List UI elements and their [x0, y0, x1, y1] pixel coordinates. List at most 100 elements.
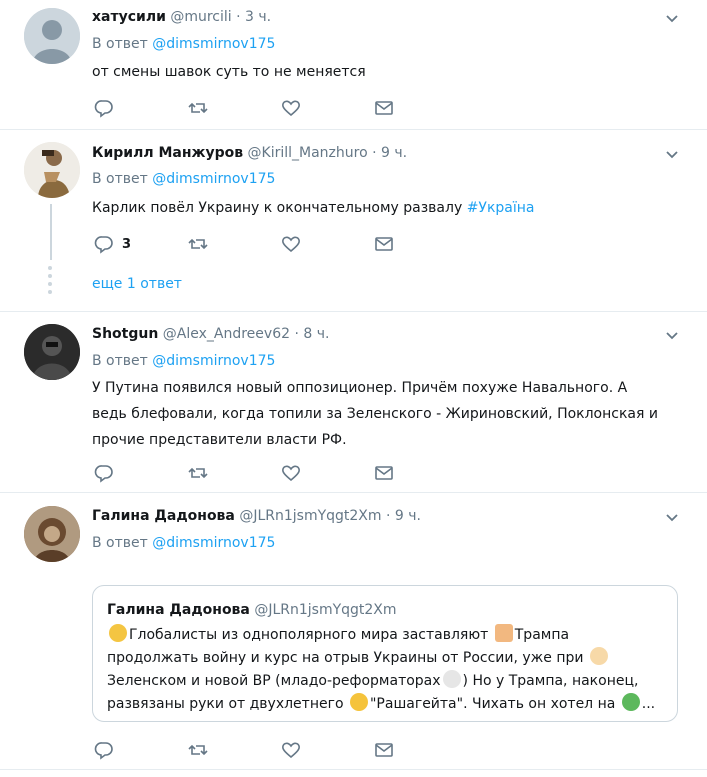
tweet-text-line: У Путина появился новый оппозиционер. Пр…: [92, 380, 628, 396]
display-name[interactable]: хатусили: [92, 9, 166, 25]
user-photo-icon: [24, 324, 80, 380]
display-name[interactable]: Shotgun: [92, 326, 158, 342]
envelope-icon: [375, 101, 393, 115]
dm-button[interactable]: [374, 462, 394, 484]
tweet-text-line: ведь блефовали, когда топили за Зеленско…: [92, 406, 658, 422]
timestamp[interactable]: 3 ч.: [245, 9, 271, 25]
quoted-tweet[interactable]: Галина Дадонова @JLRn1jsmYqgt2Xm Глобали…: [92, 585, 678, 722]
quote-text-segment: Глобалисты из однополярного мира заставл…: [129, 627, 489, 643]
retweet-button[interactable]: [188, 462, 208, 484]
avatar[interactable]: [24, 8, 80, 64]
thread-dot: [48, 282, 52, 286]
reply-context: В ответ @dimsmirnov175: [92, 171, 275, 187]
tweet-header: Shotgun @Alex_Andreev62 · 8 ч.: [92, 326, 329, 342]
separator: ·: [236, 9, 241, 25]
retweet-icon: [188, 102, 208, 114]
timestamp[interactable]: 8 ч.: [303, 326, 329, 342]
chevron-down-icon[interactable]: [665, 12, 679, 26]
quote-text-segment: ...: [641, 696, 656, 712]
hashtag-link[interactable]: #Україна: [467, 200, 535, 216]
heart-icon: [282, 742, 300, 759]
chevron-down-icon[interactable]: [665, 329, 679, 343]
mention-link[interactable]: @dimsmirnov175: [152, 353, 275, 369]
retweet-icon: [188, 467, 208, 479]
display-name[interactable]: Галина Дадонова: [92, 508, 235, 524]
retweet-button[interactable]: [188, 97, 208, 119]
reply-prefix: В ответ: [92, 535, 148, 551]
avatar[interactable]: [24, 324, 80, 380]
thread-dot: [48, 290, 52, 294]
quoted-display-name: Галина Дадонова: [107, 602, 250, 618]
envelope-icon: [375, 466, 393, 480]
reply-icon: [94, 465, 113, 483]
reply-prefix: В ответ: [92, 171, 148, 187]
separator: ·: [294, 326, 299, 342]
old-man-emoji-icon: [589, 647, 608, 665]
retweet-button[interactable]: [188, 739, 208, 761]
avatar[interactable]: [24, 506, 80, 562]
reply-icon: [94, 100, 113, 118]
user-handle[interactable]: @Kirill_Manzhuro: [248, 145, 368, 161]
man-office-worker-emoji-icon: [494, 624, 513, 642]
default-avatar-icon: [24, 8, 80, 64]
tweet-header: хатусили @murcili · 3 ч.: [92, 9, 271, 25]
like-button[interactable]: [281, 97, 301, 119]
user-photo-icon: [24, 506, 80, 562]
user-photo-icon: [24, 142, 80, 198]
quote-text-segment: Зеленском и новой ВР (младо-реформаторах: [107, 673, 441, 689]
retweet-button[interactable]: [188, 233, 208, 255]
cowboy-emoji-icon: [109, 624, 127, 642]
reply-context: В ответ @dimsmirnov175: [92, 535, 275, 551]
mention-link[interactable]: @dimsmirnov175: [152, 171, 275, 187]
reply-icon: [94, 236, 113, 254]
reply-context: В ответ @dimsmirnov175: [92, 36, 275, 52]
separator: ·: [372, 145, 377, 161]
tweet-actions: [92, 739, 402, 761]
quoted-tweet-header: Галина Дадонова @JLRn1jsmYqgt2Xm: [107, 602, 397, 618]
reply-button[interactable]: 3: [94, 233, 131, 255]
mention-link[interactable]: @dimsmirnov175: [152, 36, 275, 52]
like-button[interactable]: [281, 739, 301, 761]
user-handle[interactable]: @JLRn1jsmYqgt2Xm: [239, 508, 381, 524]
tweet[interactable]: Кирилл Манжуров @Kirill_Manzhuro · 9 ч. …: [0, 130, 707, 312]
reply-prefix: В ответ: [92, 36, 148, 52]
tweet[interactable]: хатусили @murcili · 3 ч. В ответ @dimsmi…: [0, 0, 707, 130]
clapping-hands-emoji-icon: [349, 693, 368, 711]
thread-dot: [48, 274, 52, 278]
tweet-text-content: Карлик повёл Украину к окончательному ра…: [92, 200, 463, 216]
envelope-icon: [375, 743, 393, 757]
tweet-text-line: прочие представители власти РФ.: [92, 432, 347, 448]
sheep-emoji-icon: [442, 670, 461, 688]
tweet[interactable]: Shotgun @Alex_Andreev62 · 8 ч. В ответ @…: [0, 312, 707, 493]
quote-text-segment: ) Но у Трампа, наконец,: [462, 673, 639, 689]
quoted-tweet-text: Глобалисты из однополярного мира заставл…: [107, 624, 667, 716]
user-handle[interactable]: @murcili: [170, 9, 231, 25]
envelope-icon: [375, 237, 393, 251]
like-button[interactable]: [281, 462, 301, 484]
tweet-text: от смены шавок суть то не меняется: [92, 59, 682, 85]
quote-text-segment: "Рашагейта". Чихать он хотел на: [369, 696, 616, 712]
reply-button[interactable]: [94, 739, 114, 761]
timestamp[interactable]: 9 ч.: [381, 145, 407, 161]
quote-text-segment: развязаны руки от двухлетнего: [107, 696, 344, 712]
avatar[interactable]: [24, 142, 80, 198]
mention-link[interactable]: @dimsmirnov175: [152, 535, 275, 551]
reply-button[interactable]: [94, 462, 114, 484]
thread-line: [50, 204, 52, 260]
display-name[interactable]: Кирилл Манжуров: [92, 145, 243, 161]
reply-button[interactable]: [94, 97, 114, 119]
user-handle[interactable]: @Alex_Andreev62: [163, 326, 290, 342]
quote-text-segment: Трампа: [514, 627, 570, 643]
like-button[interactable]: [281, 233, 301, 255]
show-more-replies-link[interactable]: еще 1 ответ: [92, 276, 182, 292]
separator: ·: [386, 508, 391, 524]
tweet-header: Галина Дадонова @JLRn1jsmYqgt2Xm · 9 ч.: [92, 508, 421, 524]
dm-button[interactable]: [374, 97, 394, 119]
dm-button[interactable]: [374, 739, 394, 761]
chevron-down-icon[interactable]: [665, 148, 679, 162]
timestamp[interactable]: 9 ч.: [395, 508, 421, 524]
tweet-text: У Путина появился новый оппозиционер. Пр…: [92, 375, 692, 453]
chevron-down-icon[interactable]: [665, 511, 679, 525]
dm-button[interactable]: [374, 233, 394, 255]
heart-icon: [282, 100, 300, 117]
